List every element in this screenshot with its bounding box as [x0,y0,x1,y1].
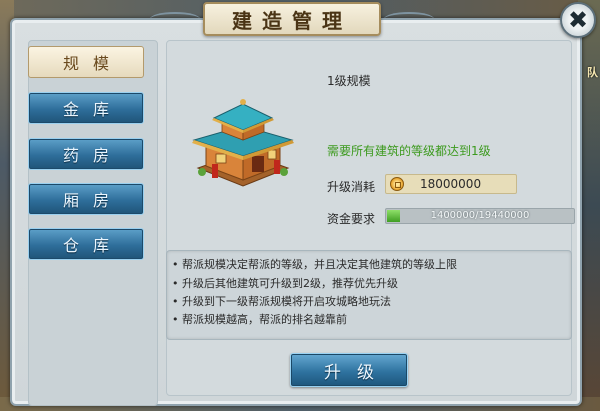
tab-wing-room[interactable]: 厢房 [28,183,144,215]
upgrade-requirement: 需要所有建筑的等级都达到1级 [327,144,491,158]
tab-scale[interactable]: 规模 [28,46,144,78]
coin-icon [390,177,404,191]
window-title: 建造管理 [203,2,381,36]
description-line: • 升级到下一级帮派规模将开启攻城略地玩法 [172,295,391,308]
tab-pharmacy[interactable]: 药房 [28,138,144,170]
funds-progress-text: 1400000/19440000 [430,210,530,221]
funds-label: 资金要求 [327,212,376,226]
title-ornament-right [384,12,434,26]
description-line: • 帮派规模越高，帮派的排名越靠前 [172,313,347,326]
level-title: 1级规模 [327,74,371,88]
description-line: • 帮派规模决定帮派的等级，并且决定其他建筑的等级上限 [172,258,457,271]
cost-label: 升级消耗 [327,180,376,194]
tab-treasury[interactable]: 金库 [28,92,144,124]
funds-progress-bar: 1400000/19440000 [385,208,575,224]
background-side-label: 队 [587,66,598,79]
close-button[interactable]: ✖ [560,2,596,38]
close-icon: ✖ [567,6,589,34]
description-line: • 升级后其他建筑可升级到2级，推荐优先升级 [172,277,398,290]
title-ornament-left [150,12,200,26]
building-illustration [192,99,294,187]
cost-value: 18000000 [420,177,482,191]
tab-warehouse[interactable]: 仓库 [28,228,144,260]
upgrade-button[interactable]: 升级 [290,353,408,387]
